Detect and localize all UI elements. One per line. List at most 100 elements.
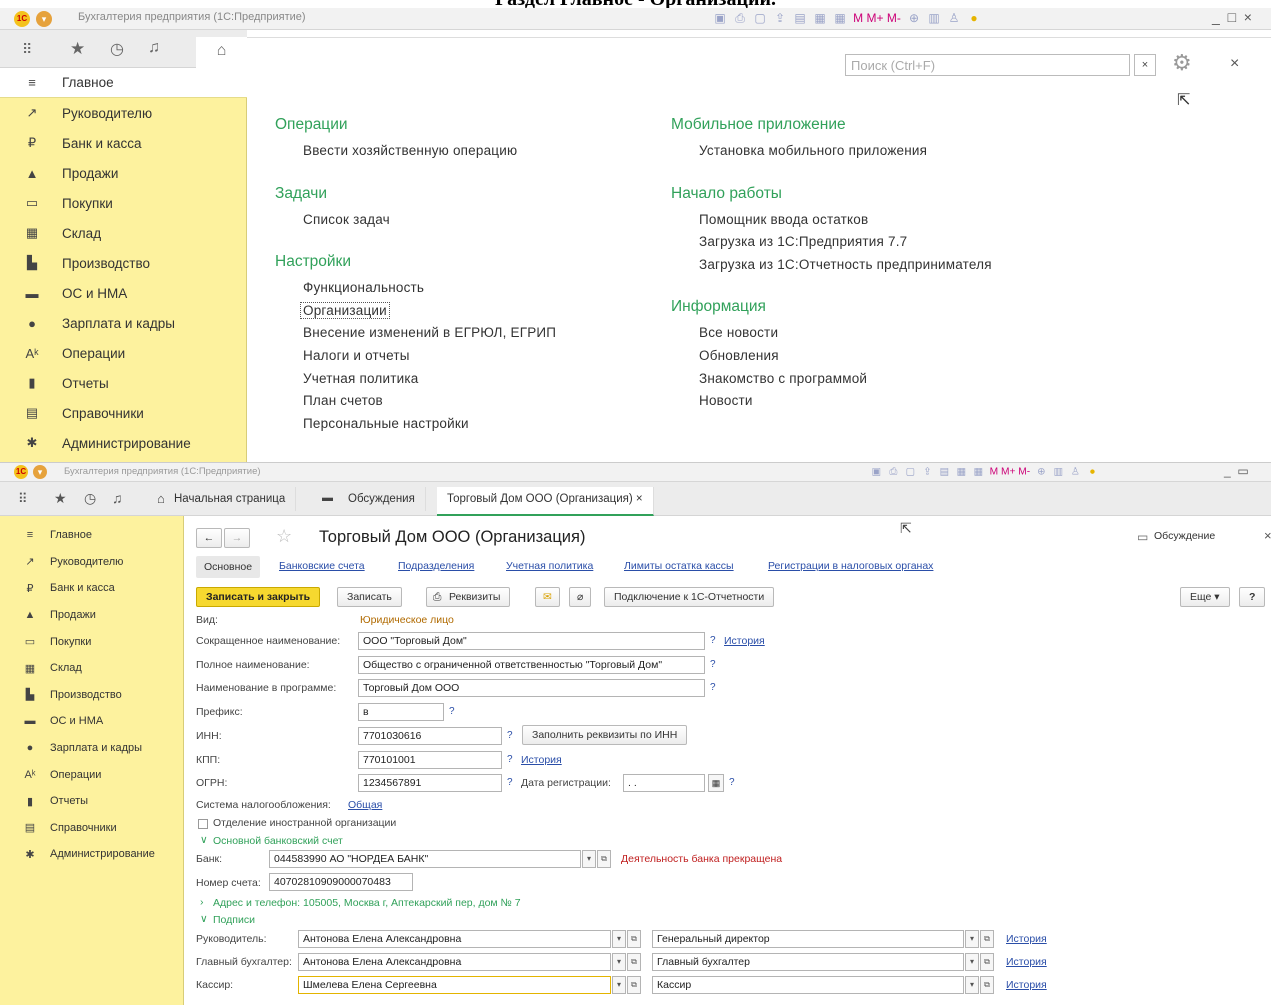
sidebar-item[interactable]: ▭ Покупки — [0, 188, 247, 218]
position-dropdown-icon[interactable]: ▾ — [965, 930, 979, 948]
section-link[interactable]: Новости — [699, 393, 753, 408]
tax-system-link[interactable]: Общая — [348, 799, 382, 811]
info-icon[interactable]: ● — [966, 11, 982, 25]
calc-icon-2[interactable]: ▦ — [955, 465, 969, 477]
sidebar-item[interactable]: ▲ Продажи — [0, 158, 247, 188]
reg-date-field[interactable]: . . — [623, 774, 705, 792]
bank-field[interactable]: 044583990 АО "НОРДЕА БАНК" — [269, 850, 581, 868]
ogrn-field[interactable]: 1234567891 — [358, 774, 502, 792]
bank-section-toggle-icon[interactable]: ∨ — [200, 834, 208, 846]
window-controls[interactable]: _ □ × — [1212, 9, 1252, 25]
window-controls-2[interactable]: _ ▭ — [1224, 464, 1249, 478]
attach-button[interactable]: ⌀ — [569, 587, 592, 607]
signature-position-field[interactable]: Кассир — [652, 976, 964, 994]
titlebar-toolbar[interactable]: ▣ ⎙ ▢ ⇪ ▤ ▦ ▦ M M+ M- ⊕ ▥ ♙ ● — [710, 11, 984, 25]
discussion-link[interactable]: Обсуждение — [1154, 530, 1215, 542]
sidebar-item[interactable]: ↗ Руководителю — [0, 98, 247, 128]
home-icon[interactable]: ⌂ — [196, 37, 247, 68]
back-button[interactable]: ← — [196, 528, 222, 548]
section-link[interactable]: Установка мобильного приложения — [699, 143, 927, 158]
sidebar2-item[interactable]: ≡ Главное — [0, 522, 184, 549]
kpp-help[interactable]: ? — [507, 754, 513, 765]
section-link[interactable]: Учетная политика — [303, 371, 418, 386]
person-dropdown-icon[interactable]: ▾ — [612, 953, 626, 971]
section-link[interactable]: Функциональность — [303, 280, 424, 295]
sidebar-item[interactable]: ▬ ОС и НМА — [0, 278, 247, 308]
email-button[interactable]: ✉ — [535, 587, 560, 607]
history-clock-icon-2[interactable]: ◷ — [84, 490, 96, 507]
reg-date-help[interactable]: ? — [729, 777, 735, 788]
signature-position-field[interactable]: Генеральный директор — [652, 930, 964, 948]
signatures-toggle-icon[interactable]: ∨ — [200, 913, 208, 925]
bank-dropdown-icon[interactable]: ▾ — [582, 850, 596, 868]
section-link[interactable]: Налоги и отчеты — [303, 348, 410, 363]
section-link[interactable]: Список задач — [303, 212, 390, 227]
calendar-icon-2[interactable]: ▦ — [972, 465, 986, 477]
program-name-help[interactable]: ? — [710, 682, 716, 693]
subtab-cash-limits[interactable]: Лимиты остатка кассы — [624, 560, 734, 572]
save-icon-2[interactable]: ▣ — [870, 465, 884, 477]
section-link[interactable]: Ввести хозяйственную операцию — [303, 143, 517, 158]
fill-by-inn-button[interactable]: Заполнить реквизиты по ИНН — [522, 725, 688, 745]
person-open-icon[interactable]: ⧉ — [627, 953, 641, 971]
close-icon[interactable]: × — [1230, 55, 1239, 73]
favorites-star-icon-2[interactable]: ★ — [54, 490, 67, 507]
sidebar2-item[interactable]: ● Зарплата и кадры — [0, 735, 184, 762]
preview-icon[interactable]: ▢ — [752, 11, 768, 25]
account-field[interactable]: 40702810909000070483 — [269, 873, 413, 891]
person-dropdown-icon[interactable]: ▾ — [612, 976, 626, 994]
apps-grid-icon[interactable]: ⠿ — [22, 41, 32, 58]
full-name-field[interactable]: Общество с ограниченной ответственностью… — [358, 656, 705, 674]
inn-help[interactable]: ? — [507, 730, 513, 741]
kpp-field[interactable]: 770101001 — [358, 751, 502, 769]
subtab-accounting-policy[interactable]: Учетная политика — [506, 560, 593, 572]
signatures-title[interactable]: Подписи — [213, 914, 255, 926]
section-link[interactable]: Помощник ввода остатков — [699, 212, 868, 227]
bank-open-icon[interactable]: ⧉ — [597, 850, 611, 868]
tab-home[interactable]: Начальная страница — [172, 487, 297, 511]
favorites-star-icon[interactable]: ★ — [70, 39, 85, 59]
prefix-field[interactable]: в — [358, 703, 444, 721]
section-link[interactable]: Знакомство с программой — [699, 371, 867, 386]
user-icon-2[interactable]: ♙ — [1069, 465, 1083, 477]
person-open-icon[interactable]: ⧉ — [627, 976, 641, 994]
sidebar-item[interactable]: ● Зарплата и кадры — [0, 308, 247, 338]
position-open-icon[interactable]: ⧉ — [980, 976, 994, 994]
section-link[interactable]: План счетов — [303, 393, 383, 408]
sidebar2-item[interactable]: ▲ Продажи — [0, 602, 184, 629]
user-icon[interactable]: ♙ — [946, 11, 962, 25]
sidebar-item[interactable]: ₽ Банк и касса — [0, 128, 247, 158]
signature-history-link[interactable]: История — [1006, 933, 1047, 945]
titlebar-toolbar-2[interactable]: ▣ ⎙ ▢ ⇪ ▤ ▦ ▦ M M+ M- ⊕ ▥ ♙ ● — [868, 465, 1101, 477]
short-name-help[interactable]: ? — [710, 635, 716, 646]
settings-gear-icon[interactable]: ⚙ — [1172, 50, 1192, 76]
signature-position-field[interactable]: Главный бухгалтер — [652, 953, 964, 971]
section-link[interactable]: Загрузка из 1С:Предприятия 7.7 — [699, 234, 907, 249]
program-name-field[interactable]: Торговый Дом ООО — [358, 679, 705, 697]
address-toggle-icon[interactable]: › — [200, 896, 204, 908]
sidebar-item[interactable]: ▦ Склад — [0, 218, 247, 248]
signature-person-field[interactable]: Антонова Елена Александровна — [298, 953, 611, 971]
sidebar2-item[interactable]: ▦ Склад — [0, 655, 184, 682]
short-name-history-link[interactable]: История — [724, 635, 765, 647]
subtab-bank-accounts[interactable]: Банковские счета — [279, 560, 365, 572]
attach-icon-2[interactable]: ⇪ — [921, 465, 935, 477]
signature-history-link[interactable]: История — [1006, 979, 1047, 991]
search-clear-button[interactable]: × — [1134, 54, 1156, 76]
section-link[interactable]: Все новости — [699, 325, 778, 340]
calc-icon[interactable]: ▦ — [812, 11, 828, 25]
sidebar-item[interactable]: Aᵏ Операции — [0, 338, 247, 368]
memory-icon-2[interactable]: M M+ M- — [989, 465, 1031, 477]
section-link[interactable]: Персональные настройки — [303, 416, 469, 431]
bell-icon-2[interactable]: ♫ — [112, 490, 123, 506]
sidebar2-item[interactable]: Aᵏ Операции — [0, 761, 184, 788]
sidebar-item[interactable]: ✱ Администрирование — [0, 428, 247, 458]
full-name-help[interactable]: ? — [710, 659, 716, 670]
zoom-icon-2[interactable]: ⊕ — [1035, 465, 1049, 477]
person-dropdown-icon[interactable]: ▾ — [612, 930, 626, 948]
ogrn-help[interactable]: ? — [507, 777, 513, 788]
sidebar2-item[interactable]: ▬ ОС и НМА — [0, 708, 184, 735]
app-menu-icon-2[interactable]: ▾ — [33, 465, 47, 479]
calendar-icon[interactable]: ▦ — [708, 774, 724, 792]
forward-button[interactable]: → — [224, 528, 250, 548]
